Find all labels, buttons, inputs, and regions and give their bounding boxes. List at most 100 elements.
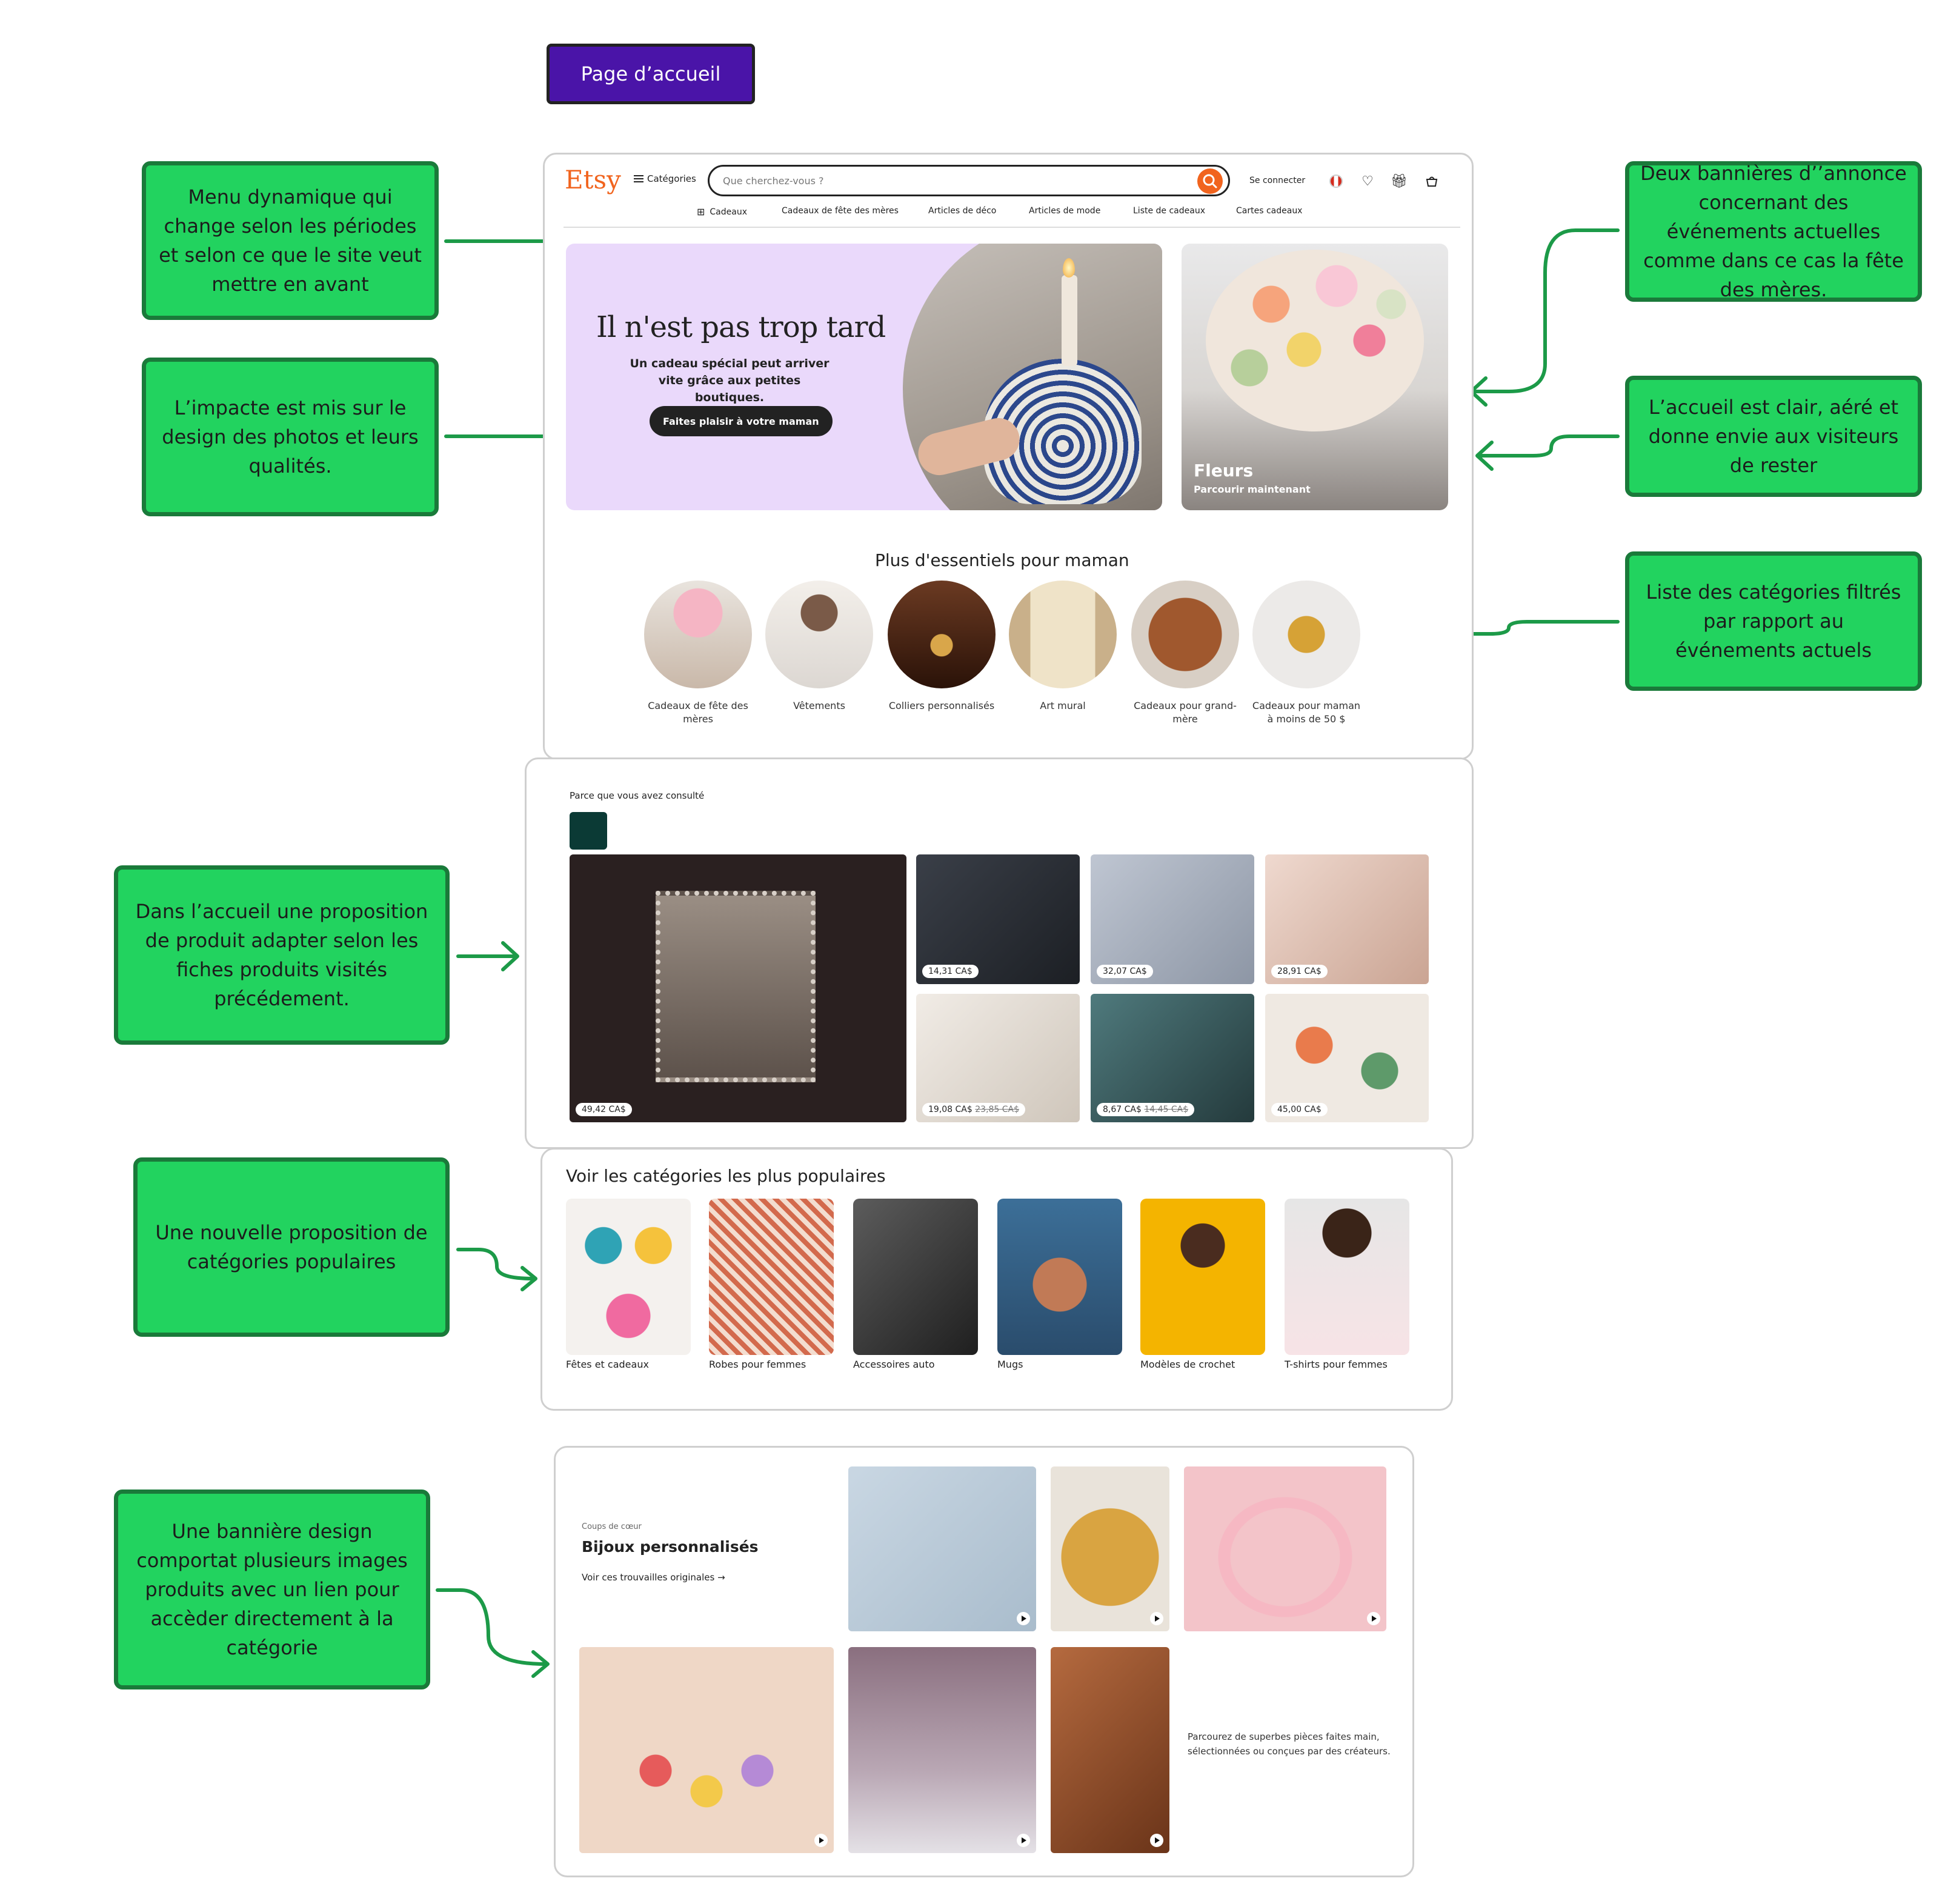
nav-registry[interactable]: Liste de cadeaux [1133, 206, 1205, 216]
play-icon[interactable] [1017, 1612, 1030, 1625]
flame-image [1063, 258, 1075, 278]
product-tile[interactable]: 28,91 CA$ [1265, 854, 1429, 984]
category-image[interactable] [709, 1199, 834, 1355]
categories-button[interactable]: Catégories [634, 173, 696, 184]
play-icon[interactable] [1150, 1834, 1163, 1847]
essential-label: Colliers personnalisés [888, 700, 995, 711]
jewelry-link[interactable]: Voir ces trouvailles originales → [582, 1572, 725, 1583]
category-label[interactable]: Fêtes et cadeaux [566, 1359, 649, 1370]
jewelry-link-label: Voir ces trouvailles originales [582, 1572, 715, 1583]
play-icon[interactable] [814, 1834, 828, 1847]
hero-cta-button[interactable]: Faites plaisir à votre maman [650, 406, 833, 436]
flowers-title: Fleurs [1194, 461, 1254, 481]
price-badge: 19,08 CA$ 23,85 CA$ [922, 1103, 1026, 1116]
product-tile[interactable]: 14,31 CA$ [916, 854, 1080, 984]
search-input[interactable]: Que cherchez-vous ? [708, 165, 1230, 196]
category-image[interactable] [1285, 1199, 1409, 1355]
price-badge: 32,07 CA$ [1097, 965, 1153, 978]
category-image[interactable] [566, 1199, 691, 1355]
essential-item[interactable]: Cadeaux de fête des mères [643, 581, 753, 726]
essential-label: Cadeaux de fête des mères [648, 700, 748, 725]
hero-subtitle: Un cadeau spécial peut arriver vite grâc… [630, 357, 830, 404]
price-badge: 28,91 CA$ [1271, 965, 1328, 978]
jewelry-eyebrow: Coups de cœur [582, 1522, 642, 1531]
jewelry-description: Parcourez de superbes pièces faites main… [1188, 1731, 1391, 1757]
category-label[interactable]: Accessoires auto [853, 1359, 935, 1370]
essential-label: Art mural [1040, 700, 1086, 711]
essential-image [765, 581, 873, 688]
essential-image [888, 581, 996, 688]
hero-title: Il n'est pas trop tard [596, 310, 886, 344]
essential-label: Cadeaux pour grand-mère [1134, 700, 1237, 725]
flag-icon[interactable] [1329, 175, 1343, 188]
product-tile[interactable]: 8,67 CA$ 14,45 CA$ [1091, 994, 1254, 1122]
jewelry-image[interactable] [1051, 1647, 1169, 1853]
essential-item[interactable]: Colliers personnalisés [887, 581, 996, 713]
note-categories: Liste des catégories filtrés par rapport… [1625, 551, 1922, 691]
jewelry-title: Bijoux personnalisés [582, 1538, 759, 1556]
category-image[interactable] [997, 1199, 1122, 1355]
note-jewelry: Une bannière design comportat plusieurs … [114, 1490, 430, 1689]
note-popular: Une nouvelle proposition de catégories p… [133, 1157, 450, 1337]
nav-fashion[interactable]: Articles de mode [1029, 206, 1100, 216]
price-badge: 49,42 CA$ [576, 1103, 632, 1116]
nav-gifts[interactable]: ⊞ Cadeaux [697, 206, 747, 218]
jewelry-image[interactable] [579, 1647, 834, 1853]
sign-in-link[interactable]: Se connecter [1249, 176, 1305, 185]
arrow-clean [1477, 434, 1620, 458]
product-tile[interactable]: 45,00 CA$ [1265, 994, 1429, 1122]
category-label[interactable]: Mugs [997, 1359, 1023, 1370]
note-clean: L’accueil est clair, aéré et donne envie… [1625, 376, 1922, 497]
menu-icon [634, 175, 643, 182]
category-image[interactable] [1140, 1199, 1265, 1355]
candle-image [1062, 275, 1077, 366]
essential-label: Cadeaux pour maman à moins de 50 $ [1252, 700, 1361, 725]
note-photos: L’impacte est mis sur le design des phot… [142, 358, 439, 516]
arrow-popular [456, 1248, 535, 1280]
category-label[interactable]: T-shirts pour femmes [1285, 1359, 1388, 1370]
nav-gift-cards[interactable]: Cartes cadeaux [1236, 206, 1302, 216]
product-tile[interactable]: 32,07 CA$ [1091, 854, 1254, 984]
category-image[interactable] [853, 1199, 978, 1355]
heart-icon[interactable]: ♡ [1360, 173, 1375, 189]
essential-item[interactable]: Cadeaux pour grand-mère [1131, 581, 1240, 726]
stamp-image [656, 891, 816, 1082]
jewelry-image[interactable] [848, 1466, 1036, 1631]
flowers-banner[interactable]: Fleurs Parcourir maintenant [1182, 244, 1448, 510]
essential-image [1131, 581, 1239, 688]
nav-decor[interactable]: Articles de déco [928, 206, 996, 216]
search-button[interactable] [1197, 168, 1223, 194]
essential-item[interactable]: Vêtements [765, 581, 874, 713]
jewelry-image[interactable] [848, 1647, 1036, 1853]
essential-item[interactable]: Art mural [1008, 581, 1117, 713]
note-banners: Deux bannières d’’annonce concernant des… [1625, 161, 1922, 302]
essential-image [1009, 581, 1117, 688]
cart-icon[interactable] [1424, 173, 1440, 189]
product-tile[interactable]: 19,08 CA$ 23,85 CA$ [916, 994, 1080, 1122]
essential-label: Vêtements [793, 700, 845, 711]
category-label[interactable]: Modèles de crochet [1140, 1359, 1235, 1370]
play-icon[interactable] [1150, 1612, 1163, 1625]
jewelry-image[interactable] [1051, 1466, 1169, 1631]
flowers-subtitle: Parcourir maintenant [1194, 484, 1311, 495]
search-icon [1203, 174, 1217, 188]
jewelry-image[interactable] [1184, 1466, 1386, 1631]
hero-banner[interactable]: Il n'est pas trop tard Un cadeau spécial… [566, 244, 1162, 510]
price-badge: 45,00 CA$ [1271, 1103, 1328, 1116]
essential-item[interactable]: Cadeaux pour maman à moins de 50 $ [1252, 581, 1361, 726]
note-menu: Menu dynamique qui change selon les péri… [142, 161, 439, 320]
gift-small-icon: ⊞ [697, 206, 705, 218]
product-tile[interactable]: 49,42 CA$ [570, 854, 906, 1122]
price-badge: 14,31 CA$ [922, 965, 979, 978]
nav-mothers-day[interactable]: Cadeaux de fête des mères [782, 206, 899, 216]
play-icon[interactable] [1017, 1834, 1030, 1847]
arrow-banners [1471, 228, 1620, 393]
etsy-logo[interactable]: Etsy [565, 165, 621, 195]
gift-icon[interactable]: 🎁︎ [1391, 173, 1408, 189]
play-icon[interactable] [1367, 1612, 1380, 1625]
nav-gifts-label: Cadeaux [710, 207, 747, 217]
price-badge: 8,67 CA$ 14,45 CA$ [1097, 1103, 1195, 1116]
viewed-item-thumbnail[interactable] [570, 812, 607, 850]
category-label[interactable]: Robes pour femmes [709, 1359, 806, 1370]
essentials-title: Plus d'essentiels pour maman [875, 550, 1129, 570]
